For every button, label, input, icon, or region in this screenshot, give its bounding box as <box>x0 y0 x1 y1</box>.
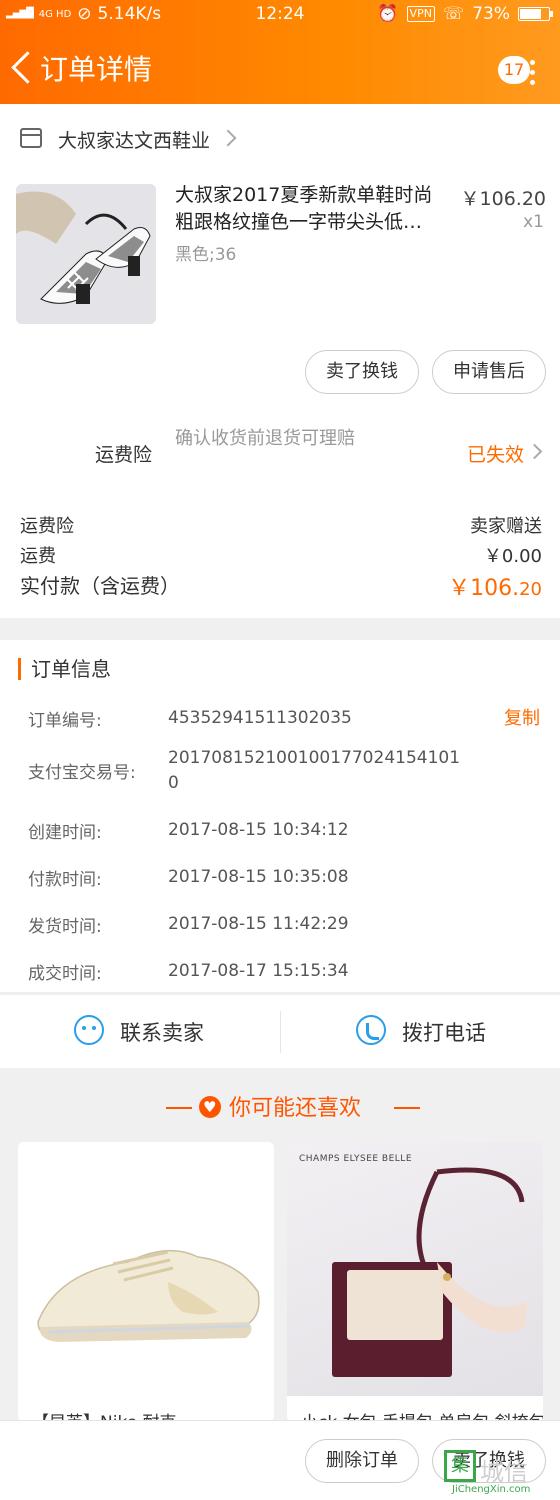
shop-row[interactable]: 大叔家达文西鞋业 <box>0 118 560 158</box>
divider <box>166 1107 192 1109</box>
watermark-text: 城信 <box>480 1458 528 1486</box>
status-bar: ▂▄▆█ 4G HD ⊘ 5.14K/s 12:24 ⏰ VPN ☏ 73% <box>0 0 560 32</box>
chat-icon <box>74 1015 104 1045</box>
phone-icon <box>356 1015 386 1045</box>
contact-seller-label: 联系卖家 <box>120 1021 204 1045</box>
battery-icon <box>518 7 553 21</box>
heart-icon <box>198 1096 221 1118</box>
product-title: 大叔家2017夏季新款单鞋时尚粗跟格纹撞色一字带尖头低… <box>175 184 433 233</box>
page-title: 订单详情 <box>40 53 153 86</box>
chevron-left-icon[interactable] <box>10 50 32 82</box>
chevron-right-icon <box>526 443 543 460</box>
recommend-header: 你可能还喜欢 <box>0 1090 560 1130</box>
product-price: ￥106.20 <box>460 188 546 210</box>
recommend-title: 你可能还喜欢 <box>198 1090 361 1122</box>
recommend-item[interactable]: 【早芙】Nike 耐克 <box>18 1142 274 1422</box>
call-label: 拨打电话 <box>402 1021 486 1045</box>
watermark-logo: 集 <box>444 1450 476 1482</box>
shop-name: 大叔家达文西鞋业 <box>58 130 211 152</box>
after-sale-button[interactable]: 申请售后 <box>432 350 546 394</box>
product-thumbnail[interactable] <box>16 184 156 324</box>
insurance-label: 运费险 <box>95 444 153 466</box>
shipping-insurance-row[interactable]: 运费险 确认收货前退货可理赔 已失效 <box>0 424 560 484</box>
total-label: 实付款（含运费） <box>20 574 180 598</box>
order-info-card: 订单信息 复制 订单编号: 45352941511302035 支付宝交易号: … <box>0 640 560 992</box>
product-quantity: x1 <box>523 212 544 232</box>
fee-value: ￥0.00 <box>483 546 542 567</box>
product-image <box>18 1142 274 1396</box>
more-vertical-icon[interactable]: 17 <box>498 56 544 94</box>
section-title: 订单信息 <box>18 658 111 680</box>
notification-badge: 17 <box>498 56 530 84</box>
copy-button[interactable]: 复制 <box>504 704 540 730</box>
battery-level: 73% <box>472 4 510 24</box>
insurance-description: 确认收货前退货可理赔 <box>175 428 355 449</box>
top-bar: ▂▄▆█ 4G HD ⊘ 5.14K/s 12:24 ⏰ VPN ☏ 73% 订… <box>0 0 560 104</box>
total-paid-row: 实付款（含运费） ￥106.20 <box>0 570 560 601</box>
brand-label: CHAMPS ELYSEE BELLE <box>299 1154 412 1164</box>
watermark: 集 城信 JiChengXin.com <box>444 1448 554 1498</box>
product-spec: 黑色;36 <box>175 245 237 265</box>
fee-shipping-row: 运费 ￥0.00 <box>0 542 560 570</box>
recommend-item[interactable]: CHAMPS ELYSEE BELLE 小ck 女包 手提包 单肩包 斜挎包 <box>287 1142 543 1422</box>
contact-seller-button[interactable]: 联系卖家 <box>0 995 280 1069</box>
fee-value: 卖家赠送 <box>470 516 542 537</box>
order-card: 大叔家达文西鞋业 大叔家2017夏季新款单鞋时尚粗跟格纹撞色一字带尖头低… 黑色… <box>0 104 560 618</box>
fee-insurance-row: 运费险 卖家赠送 <box>0 512 560 540</box>
insurance-status: 已失效 <box>466 444 524 466</box>
sell-for-cash-button[interactable]: 卖了换钱 <box>305 350 419 394</box>
alarm-icon: ⏰ <box>377 4 399 24</box>
product-item[interactable]: 大叔家2017夏季新款单鞋时尚粗跟格纹撞色一字带尖头低… 黑色;36 ￥106.… <box>0 182 560 332</box>
call-button[interactable]: 拨打电话 <box>280 995 560 1069</box>
vpn-badge: VPN <box>406 6 435 22</box>
fee-label: 运费 <box>20 546 56 567</box>
watermark-url: JiChengXin.com <box>452 1484 531 1495</box>
fee-label: 运费险 <box>20 516 74 537</box>
divider <box>394 1107 420 1109</box>
total-amount: ￥106.20 <box>448 576 542 601</box>
header: 订单详情 17 <box>0 38 560 94</box>
contact-bar: 联系卖家 拨打电话 <box>0 994 560 1068</box>
store-icon <box>20 128 42 148</box>
chevron-right-icon <box>219 129 237 147</box>
wifi-call-icon: ☏ <box>442 4 465 24</box>
product-image: CHAMPS ELYSEE BELLE <box>287 1142 543 1396</box>
delete-order-button[interactable]: 删除订单 <box>305 1439 419 1483</box>
